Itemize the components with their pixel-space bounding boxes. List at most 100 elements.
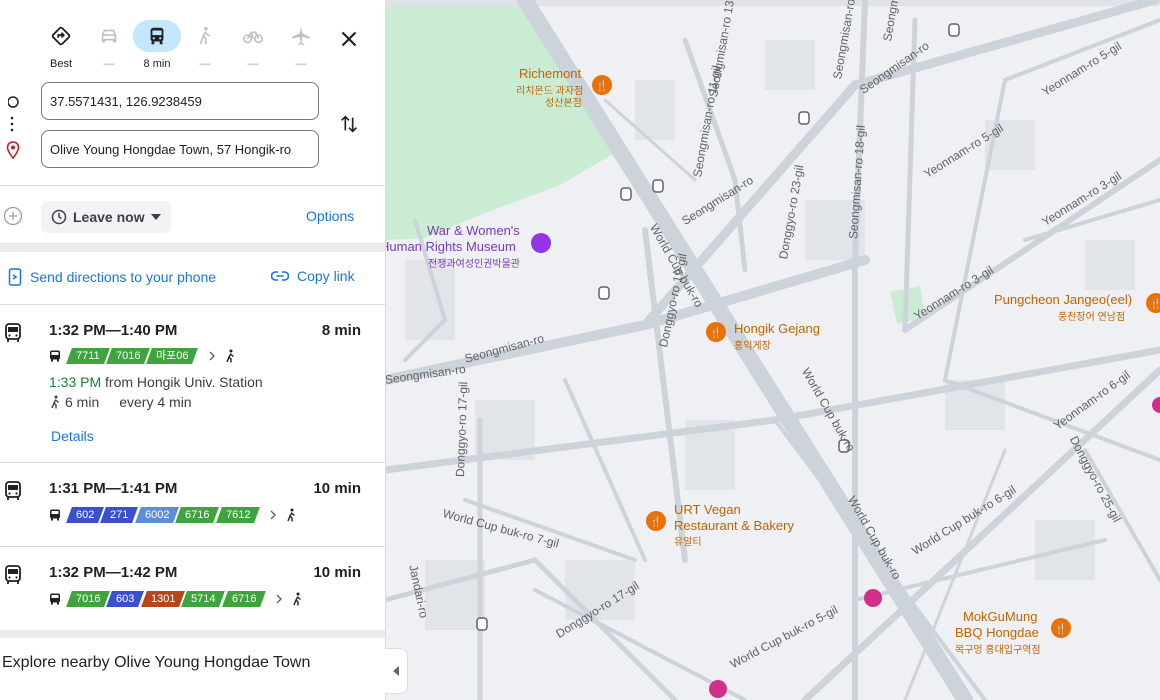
bus-icon [5, 481, 21, 500]
bus-route-chip: 1301 [140, 591, 186, 607]
poi-label[interactable]: URT Vegan [674, 502, 741, 517]
route-steps: 602 271 6002 6716 7612 [49, 507, 297, 523]
divider [0, 630, 385, 638]
chevron-right-icon [276, 594, 283, 604]
route-duration: 10 min [313, 564, 361, 581]
walking-icon [225, 349, 234, 363]
details-link[interactable]: Details [51, 428, 94, 444]
mode-transit[interactable]: 8 min [133, 20, 181, 70]
poi-label[interactable]: War & Women's [427, 223, 520, 238]
bus-route-chip: 마포06 [146, 348, 199, 364]
leave-now-label: Leave now [73, 209, 145, 225]
directions-icon [37, 20, 85, 52]
bus-small-icon [50, 350, 60, 362]
bus-icon [5, 565, 21, 584]
leave-now-dropdown[interactable]: Leave now [41, 201, 171, 233]
origin-circle-icon [8, 96, 19, 108]
map-canvas[interactable]: 🍴 🍴 🍴 🍴 🍴 Richemont 리치몬드 과자점 성산본점 War & … [385, 0, 1160, 700]
travel-mode-bar: Best — 8 min — — — [36, 20, 376, 72]
bus-route-chip: 6716 [175, 507, 220, 523]
swap-arrows-icon [341, 115, 357, 133]
frequency: every 4 min [119, 394, 192, 410]
mode-best-label: Best [49, 58, 72, 70]
route-duration: 8 min [321, 322, 361, 339]
origin-row: 37.5571431, 126.9238459 [0, 82, 385, 122]
destination-input[interactable]: Olive Young Hongdae Town, 57 Hongik-ro [41, 130, 319, 168]
route-time-range: 1:31 PM—1:41 PM [49, 480, 178, 497]
divider [0, 243, 385, 252]
poi-sublabel: 성산본점 [545, 98, 582, 109]
bus-route-chip: 7016 [105, 348, 151, 364]
route-option[interactable]: 1:32 PM—1:40 PM 8 min 7711 7016 마포06 1:3… [0, 305, 385, 462]
route-steps: 7711 7016 마포06 [49, 348, 236, 364]
clock-icon [51, 209, 67, 225]
bus-route-chip: 6716 [221, 591, 267, 607]
swap-button[interactable] [338, 113, 360, 135]
route-duration: 10 min [313, 480, 361, 497]
bus-small-icon [50, 593, 60, 605]
chevron-right-icon [209, 351, 215, 361]
svg-text:🍴: 🍴 [650, 515, 662, 528]
add-stop-icon[interactable] [3, 206, 23, 226]
collapse-panel-button[interactable] [385, 648, 408, 694]
origin-input[interactable]: 37.5571431, 126.9238459 [41, 82, 319, 120]
bus-route-chip: 603 [106, 591, 145, 607]
departure-info: 1:33 PM from Hongik Univ. Station [49, 374, 263, 390]
mode-cycling[interactable]: — [229, 20, 277, 70]
bus-route-chip: 5714 [181, 591, 226, 607]
poi-label[interactable]: Pungcheon Jangeo(eel) [994, 292, 1132, 307]
bus-icon [5, 323, 21, 342]
mode-cycling-label: — [247, 58, 259, 70]
send-to-phone-label: Send directions to your phone [30, 269, 217, 285]
send-to-phone-link[interactable]: Send directions to your phone [8, 268, 216, 286]
route-time-range: 1:32 PM—1:40 PM [49, 322, 178, 339]
poi-label[interactable]: Richemont [519, 66, 581, 81]
walk-time: 6 min [65, 394, 100, 410]
destination-row: Olive Young Hongdae Town, 57 Hongik-ro [0, 130, 385, 170]
mode-driving[interactable]: — [85, 20, 133, 70]
mode-best[interactable]: Best [37, 20, 85, 70]
mode-walking-label: — [199, 58, 211, 70]
poi-label[interactable]: Restaurant & Bakery [674, 518, 794, 533]
svg-text:🍴: 🍴 [596, 79, 608, 92]
mode-walking[interactable]: — [181, 20, 229, 70]
bus-icon [133, 20, 181, 52]
copy-link-label: Copy link [297, 268, 355, 284]
caret-left-icon [393, 666, 399, 676]
close-icon [341, 31, 357, 47]
directions-panel: Best — 8 min — — — 37.5571431, 126.92384… [0, 0, 386, 700]
poi-sublabel: 목구멍 홍대입구역점 [955, 645, 1041, 656]
route-time-range: 1:32 PM—1:42 PM [49, 564, 178, 581]
departure-time: 1:33 PM [49, 374, 102, 390]
copy-link-button[interactable]: Copy link [271, 268, 355, 284]
mode-transit-label: 8 min [143, 58, 171, 70]
bus-route-chip: 7711 [66, 348, 110, 364]
poi-label[interactable]: BBQ Hongdae [955, 625, 1039, 640]
route-option[interactable]: 1:31 PM—1:41 PM 10 min 602 271 6002 6716… [0, 463, 385, 546]
mode-flights-label: — [295, 58, 307, 70]
caret-down-icon [150, 214, 161, 220]
poi-label[interactable]: Hongik Gejang [734, 321, 820, 336]
mode-flights[interactable]: — [277, 20, 325, 70]
divider [0, 185, 385, 186]
close-button[interactable] [336, 26, 362, 52]
departure-station: from Hongik Univ. Station [105, 374, 263, 390]
svg-text:🍴: 🍴 [710, 326, 722, 339]
explore-nearby-heading: Explore nearby Olive Young Hongdae Town [2, 654, 311, 671]
options-button[interactable]: Options [306, 208, 354, 224]
poi-label[interactable]: MokGuMung [963, 609, 1037, 624]
bus-route-chip: 7612 [215, 507, 261, 523]
walking-icon [293, 592, 302, 606]
walking-icon [51, 395, 59, 409]
route-option[interactable]: 1:32 PM—1:42 PM 10 min 7016 603 1301 571… [0, 547, 385, 630]
poi-sublabel: 홍익게장 [734, 341, 771, 352]
poi-sublabel: 유알티 [674, 537, 702, 548]
airplane-icon [277, 20, 325, 52]
svg-text:🍴: 🍴 [1150, 297, 1160, 310]
bicycle-icon [229, 20, 277, 52]
poi-label[interactable]: Human Rights Museum [385, 239, 516, 254]
walking-icon [287, 508, 296, 522]
poi-sublabel: 풍천장어 연남점 [1058, 312, 1126, 323]
destination-pin-icon [6, 141, 20, 159]
bus-route-chip: 7016 [66, 591, 111, 607]
